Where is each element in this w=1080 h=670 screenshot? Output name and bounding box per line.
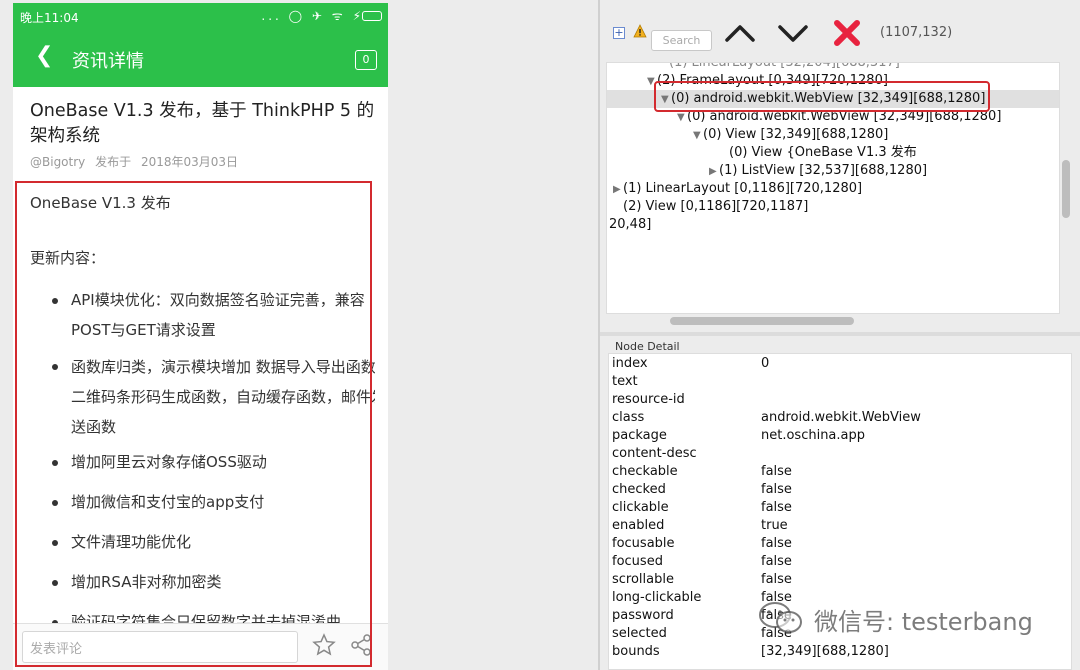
bullet-dot bbox=[52, 364, 58, 370]
list-item: 增加微信和支付宝的app支付 bbox=[71, 493, 265, 511]
detail-row[interactable]: text bbox=[609, 373, 1071, 391]
bullet-dot bbox=[52, 580, 58, 586]
phone-screen: 晚上11:04 ... ◯ ✈ ᯤ ⚡ ❮ 资讯详情 0 OneBase V1.… bbox=[13, 3, 388, 670]
chevron-down-icon[interactable] bbox=[777, 21, 809, 45]
tree-row[interactable]: ▼ (2) FrameLayout [0,349][720,1280] bbox=[607, 72, 1059, 90]
detail-row[interactable]: focusable false bbox=[609, 535, 1071, 553]
expanded-triangle-icon[interactable]: ▼ bbox=[661, 91, 671, 109]
detail-row[interactable]: focused false bbox=[609, 553, 1071, 571]
comment-input[interactable]: 发表评论 bbox=[22, 631, 298, 663]
collapsed-triangle-icon[interactable]: ▶ bbox=[709, 163, 719, 181]
detail-row[interactable]: scrollable false bbox=[609, 571, 1071, 589]
node-detail-label: Node Detail bbox=[615, 340, 680, 353]
tree-row[interactable]: (1) LinearLayout [32,204][688,317] bbox=[607, 63, 1059, 72]
tree-row[interactable]: (0) View {OneBase V1.3 发布 bbox=[607, 144, 1059, 162]
warning-icon[interactable] bbox=[633, 24, 647, 38]
search-input[interactable]: Search bbox=[651, 30, 712, 51]
detail-row[interactable]: package net.oschina.app bbox=[609, 427, 1071, 445]
detail-row[interactable]: checked false bbox=[609, 481, 1071, 499]
app-title: 资讯详情 bbox=[72, 51, 144, 72]
detail-row[interactable]: bounds [32,349][688,1280] bbox=[609, 643, 1071, 661]
tree-row-selected[interactable]: ▼ (0) android.webkit.WebView [32,349][688… bbox=[607, 90, 1059, 108]
detail-row[interactable]: index 0 bbox=[609, 355, 1071, 373]
published-label: 发布于 bbox=[95, 155, 132, 169]
watermark: 微信号: testerbang bbox=[758, 598, 1058, 638]
published-date: 2018年03月03日 bbox=[140, 155, 239, 169]
list-item: API模块优化：双向数据签名验证完善，兼容POST与GET请求设置 bbox=[71, 291, 365, 339]
close-icon[interactable] bbox=[832, 18, 862, 48]
detail-row[interactable]: enabled true bbox=[609, 517, 1071, 535]
list-item: 文件清理功能优化 bbox=[71, 533, 192, 551]
tree-row[interactable]: ▶ (1) LinearLayout [0,1186][720,1280] bbox=[607, 180, 1059, 198]
tree-row[interactable]: ▼ (0) View [32,349][688,1280] bbox=[607, 126, 1059, 144]
bottom-comment-bar: 发表评论 bbox=[13, 623, 388, 670]
tree-row[interactable]: 20,48] bbox=[607, 216, 1059, 234]
tree-horizontal-scrollbar[interactable] bbox=[670, 317, 854, 325]
hierarchy-tree[interactable]: (1) LinearLayout [32,204][688,317] ▼ (2) … bbox=[606, 62, 1060, 314]
comment-count-button[interactable]: 0 bbox=[355, 50, 377, 70]
tree-row[interactable]: (2) View [0,1186][720,1187] bbox=[607, 198, 1059, 216]
tree-vertical-scrollbar[interactable] bbox=[1062, 160, 1070, 218]
detail-row[interactable]: checkable false bbox=[609, 463, 1071, 481]
cursor-coordinates: (1107,132) bbox=[880, 25, 953, 40]
battery-icon bbox=[362, 11, 382, 21]
bullet-dot bbox=[52, 298, 58, 304]
status-bar: 晚上11:04 ... ◯ ✈ ᯤ ⚡ bbox=[13, 3, 388, 29]
status-time: 晚上11:04 bbox=[20, 11, 79, 25]
wechat-logo-icon bbox=[759, 602, 802, 633]
back-arrow-icon[interactable]: ❮ bbox=[35, 43, 53, 68]
app-bar: ❮ 资讯详情 0 bbox=[13, 29, 388, 87]
detail-row[interactable]: clickable false bbox=[609, 499, 1071, 517]
tree-row[interactable]: ▶ (1) ListView [32,537][688,1280] bbox=[607, 162, 1059, 180]
updates-label: 更新内容： bbox=[30, 249, 106, 267]
expand-all-icon[interactable]: + bbox=[613, 27, 625, 39]
star-icon[interactable] bbox=[312, 633, 336, 657]
bullet-dot bbox=[52, 500, 58, 506]
chevron-up-icon[interactable] bbox=[724, 21, 756, 45]
share-icon[interactable] bbox=[349, 633, 373, 657]
tree-row[interactable]: ▼ (0) android.webkit.WebView [32,349][688… bbox=[607, 108, 1059, 126]
inspector-toolbar: + Search (1107,132) bbox=[600, 0, 1080, 62]
expanded-triangle-icon[interactable]: ▼ bbox=[647, 73, 657, 91]
list-item: 函数库归类，演示模块增加 数据导入导出函数，二维码条形码生成函数，自动缓存函数，… bbox=[71, 358, 375, 436]
status-icons: ... ◯ ✈ ᯤ ⚡ bbox=[261, 9, 364, 23]
list-item: 增加阿里云对象存储OSS驱动 bbox=[71, 453, 267, 471]
article-byline: @Bigotry 发布于 2018年03月03日 bbox=[30, 153, 244, 170]
expanded-triangle-icon[interactable]: ▼ bbox=[677, 109, 687, 127]
detail-row[interactable]: content-desc bbox=[609, 445, 1071, 463]
bullet-dot bbox=[52, 540, 58, 546]
bullet-dot bbox=[52, 460, 58, 466]
article-body-webview[interactable]: OneBase V1.3 发布 更新内容： API模块优化：双向数据签名验证完善… bbox=[30, 189, 375, 669]
body-heading: OneBase V1.3 发布 bbox=[30, 194, 171, 212]
screenshot-root: 晚上11:04 ... ◯ ✈ ᯤ ⚡ ❮ 资讯详情 0 OneBase V1.… bbox=[0, 0, 1080, 670]
list-item: 增加RSA非对称加密类 bbox=[71, 573, 222, 591]
detail-row[interactable]: class android.webkit.WebView bbox=[609, 409, 1071, 427]
collapsed-triangle-icon[interactable]: ▶ bbox=[613, 181, 623, 199]
expanded-triangle-icon[interactable]: ▼ bbox=[693, 127, 703, 145]
panel-splitter[interactable] bbox=[600, 332, 1080, 336]
author-link[interactable]: @Bigotry bbox=[30, 155, 85, 169]
watermark-text: 微信号: testerbang bbox=[814, 608, 1033, 636]
article-title: OneBase V1.3 发布，基于 ThinkPHP 5 的架构系统 bbox=[30, 101, 375, 146]
detail-row[interactable]: resource-id bbox=[609, 391, 1071, 409]
